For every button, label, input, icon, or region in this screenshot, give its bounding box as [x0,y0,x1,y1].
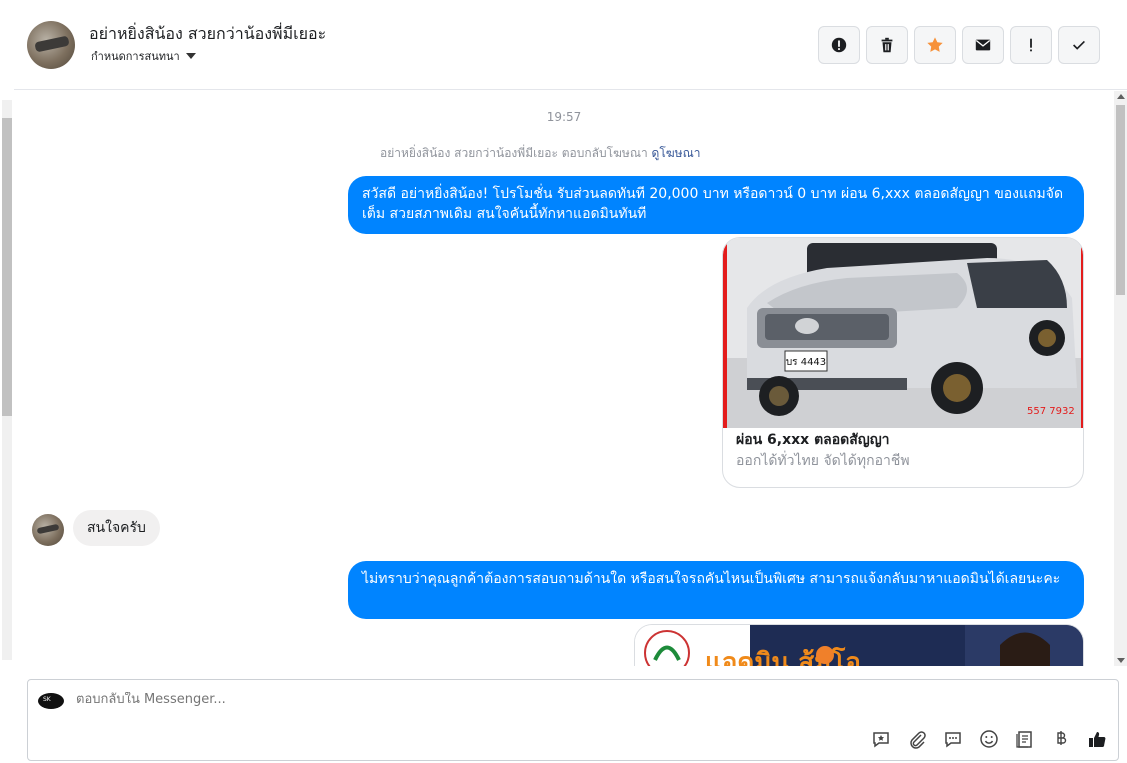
ad-reply-notice: อย่าหยิ่งสิน้อง สวยกว่าน้องพี่มีเยอะ ตอบ… [380,144,700,163]
conversation-scrollbar-thumb[interactable] [1116,105,1125,295]
attachment-icon [910,731,926,749]
conversation-scrollbar[interactable] [1114,91,1127,666]
like-button[interactable] [1086,728,1108,750]
ad-car-image: บร 4443 557 7932 [723,238,1083,428]
template-button[interactable] [1014,728,1036,750]
message-composer: SK [27,679,1119,761]
scroll-down-arrow-icon[interactable] [1117,658,1125,663]
ad-card-subtitle: ออกได้ทั่วไทย จัดได้ทุกอาชีพ [736,453,910,469]
payment-button[interactable] [1050,728,1072,750]
conversation-panel[interactable]: 19:57 อย่าหยิ่งสิน้อง สวยกว่าน้องพี่มีเย… [14,91,1127,666]
admin-banner-image: แอดมิน ส้มโอ [634,624,1084,666]
quick-message-button[interactable] [942,728,964,750]
view-ad-link[interactable]: ดูโฆษณา [652,146,701,160]
emoji-icon [980,730,998,748]
report-icon [831,37,847,53]
scroll-up-arrow-icon[interactable] [1117,94,1125,99]
check-icon [1073,40,1085,50]
ad-card[interactable]: บร 4443 557 7932 ผ่อน 6,xxx ตลอดสัญญา ออ… [722,237,1084,488]
document-icon [1016,731,1032,748]
ad-reply-notice-text: อย่าหยิ่งสิน้อง สวยกว่าน้องพี่มีเยอะ ตอบ… [380,146,648,160]
reply-input[interactable] [76,692,976,707]
license-plate-text: บร 4443 [786,357,826,368]
star-icon [927,37,943,52]
incoming-message: สนใจครับ [73,510,160,546]
admin-banner-graphic: แอดมิน ส้มโอ [635,625,1083,666]
conversation-header: อย่าหยิ่งสิน้อง สวยกว่าน้องพี่มีเยอะ กำห… [14,0,1127,90]
attach-button[interactable] [906,728,928,750]
saved-reply-button[interactable] [870,728,892,750]
pickup-truck-image: บร 4443 557 7932 [727,238,1081,428]
message-icon [945,732,961,748]
exclamation-icon [1030,38,1032,52]
delete-button[interactable] [866,26,908,64]
report-button[interactable] [818,26,860,64]
like-icon [1089,732,1106,747]
composer-tools [870,728,1108,750]
contact-avatar-small [32,514,64,546]
outgoing-message: ไม่ทราบว่าคุณลูกค้าต้องการสอบถามด้านใด ห… [348,561,1084,619]
contact-name[interactable]: อย่าหยิ่งสิน้อง สวยกว่าน้องพี่มีเยอะ [89,22,326,47]
mark-done-button[interactable] [1058,26,1100,64]
left-scrollbar-thumb[interactable] [2,118,12,416]
emoji-button[interactable] [978,728,1000,750]
star-button[interactable] [914,26,956,64]
phone-number-text: 557 7932 [1027,406,1075,417]
outgoing-message: สวัสดี อย่าหยิ่งสิน้อง! โปรโมชั่น รับส่ว… [348,176,1084,234]
conversation-settings-dropdown[interactable]: กำหนดการสนทนา [91,47,196,65]
ad-card-title: ผ่อน 6,xxx ตลอดสัญญา [736,432,890,448]
contact-avatar[interactable] [27,21,75,69]
mail-button[interactable] [962,26,1004,64]
envelope-icon [975,39,991,51]
conversation-settings-label: กำหนดการสนทนา [91,50,180,63]
left-scrollbar[interactable] [0,0,14,763]
spam-button[interactable] [1010,26,1052,64]
saved-reply-icon [873,732,889,748]
trash-icon [881,37,893,53]
message-timestamp: 19:57 [546,110,582,124]
page-avatar: SK [38,693,64,709]
caret-down-icon [185,53,196,59]
banner-text: แอดมิน ส้มโอ [705,646,861,666]
baht-icon [1057,731,1067,745]
header-actions [818,26,1100,64]
